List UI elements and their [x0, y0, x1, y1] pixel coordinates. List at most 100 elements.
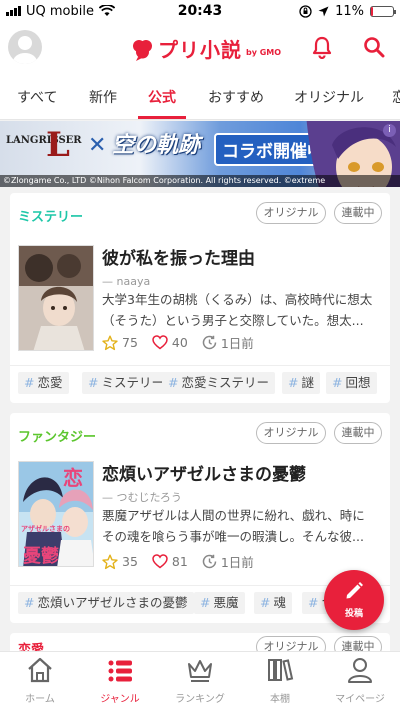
- post-button-label: 投稿: [344, 609, 363, 619]
- home-icon: [28, 657, 52, 683]
- like-count: 40: [152, 335, 188, 350]
- tag[interactable]: # 魂: [254, 592, 292, 614]
- banner-cross: ✕: [88, 133, 107, 158]
- genre-label: ファンタジー: [18, 430, 97, 445]
- active-tab-indicator: [138, 116, 186, 119]
- tag[interactable]: # 恋愛ミステリー: [162, 372, 275, 394]
- tag[interactable]: # ミステリー: [82, 372, 170, 394]
- tag[interactable]: # 悪魔: [194, 592, 245, 614]
- updated-time: 1日前: [202, 552, 254, 571]
- tab-new[interactable]: 新作: [89, 87, 117, 107]
- banner-game-logo: LANGRISSER: [6, 135, 82, 146]
- nav-label: マイページ: [335, 694, 385, 705]
- nav-home[interactable]: ホーム: [0, 652, 80, 711]
- update-clock-icon: [202, 335, 217, 350]
- tab-all[interactable]: すべて: [17, 87, 57, 107]
- updated-time: 1日前: [202, 333, 254, 352]
- logo-mark-icon: [133, 39, 152, 61]
- story-cover-image: 恋 アザゼルさまの 憂鬱: [18, 461, 94, 567]
- like-count-value: 40: [171, 335, 188, 350]
- serial-status-badge: 連載中: [334, 422, 382, 444]
- star-count: 35: [102, 554, 138, 570]
- star-icon: [102, 335, 118, 350]
- story-synopsis: 大学3年生の胡桃（くるみ）は、高校時代に想太 （そうた）という男子と交際していた…: [102, 289, 382, 331]
- star-count: 75: [102, 335, 138, 351]
- banner-partner-title: 空の軌跡: [112, 133, 201, 158]
- synopsis-line: （そうた）という男子と交際していた。想太...: [102, 313, 364, 328]
- tag[interactable]: # 謎: [282, 372, 320, 394]
- avatar[interactable]: [8, 30, 42, 64]
- default-avatar-icon: [13, 36, 37, 64]
- banner-logo-letter: L: [46, 125, 70, 165]
- app-logo[interactable]: プリ小説 by GMO: [130, 34, 281, 63]
- status-right: 11%: [299, 3, 396, 19]
- banner-copyright: ©Zlongame Co., LTD ©Nihon Falcom Corpora…: [0, 175, 400, 187]
- app-header: プリ小説 by GMO: [0, 22, 400, 72]
- tag-list: # 恋愛 # ミステリー # 恋愛ミステリー # 謎 # 回想: [10, 365, 390, 397]
- ad-info-icon[interactable]: i: [383, 124, 396, 137]
- nav-label: ランキング: [175, 694, 225, 705]
- cover-title-bottom: 憂鬱: [23, 546, 59, 567]
- update-clock-icon: [202, 554, 217, 569]
- story-author[interactable]: — naaya: [102, 275, 150, 288]
- nav-mypage[interactable]: マイページ: [320, 652, 400, 711]
- star-count-value: 75: [122, 335, 138, 350]
- story-stats: 35 81 1日前: [102, 552, 268, 571]
- synopsis-line: 悪魔アザゼルは人間の世界に紛れ、戯れ、時に: [102, 508, 365, 523]
- orientation-lock-icon: [299, 4, 312, 18]
- original-badge: オリジナル: [256, 422, 326, 444]
- tag[interactable]: # 恋愛: [18, 372, 69, 394]
- location-icon: [318, 6, 329, 16]
- logo-text: プリ小説: [158, 38, 242, 62]
- nav-ranking[interactable]: ランキング: [160, 652, 240, 711]
- synopsis-line: 大学3年生の胡桃（くるみ）は、高校時代に想太: [102, 292, 373, 307]
- story-stats: 75 40 1日前: [102, 333, 268, 352]
- person-icon: [348, 658, 372, 683]
- battery-icon: [370, 5, 396, 17]
- nav-label: ホーム: [25, 694, 55, 705]
- crown-icon: [188, 660, 212, 682]
- tag[interactable]: # 回想: [326, 372, 377, 394]
- like-count: 81: [152, 554, 188, 569]
- tag[interactable]: # 恋煩いアザゼルさまの憂鬱: [18, 592, 194, 614]
- genre-label: ミステリー: [18, 210, 84, 225]
- nav-genre[interactable]: ジャンル: [80, 652, 160, 711]
- like-count-value: 81: [171, 554, 188, 569]
- post-button[interactable]: 投稿: [324, 570, 384, 630]
- updated-time-value: 1日前: [220, 555, 254, 570]
- app-screen: UQ mobile 20:43 11% プリ小説 by GMO すべて 新作 公…: [0, 0, 400, 711]
- heart-icon: [152, 554, 168, 569]
- story-author[interactable]: — つむじたろう: [102, 489, 182, 505]
- list-icon: [108, 660, 132, 682]
- category-tabs: すべて 新作 公式 おすすめ オリジナル 恋: [0, 72, 400, 120]
- bookshelf-icon: [268, 659, 294, 681]
- star-icon: [102, 554, 118, 569]
- tab-original[interactable]: オリジナル: [294, 87, 364, 107]
- tab-recommended[interactable]: おすすめ: [208, 87, 264, 107]
- nav-label: 本棚: [270, 694, 290, 705]
- story-title[interactable]: 彼が私を振った理由: [102, 244, 255, 269]
- bottom-navigation: ホーム ジャンル ランキング 本棚 マイページ: [0, 651, 400, 711]
- tab-official[interactable]: 公式: [148, 87, 176, 107]
- heart-icon: [152, 335, 168, 350]
- search-icon[interactable]: [362, 35, 386, 59]
- story-title[interactable]: 恋煩いアザゼルさまの憂鬱: [102, 460, 306, 485]
- story-cover-image: [18, 245, 94, 351]
- collab-banner[interactable]: LANGRISSER L ✕ 空の軌跡 コラボ開催中! i ©Zlongame …: [0, 121, 400, 187]
- updated-time-value: 1日前: [220, 336, 254, 351]
- notification-bell-icon[interactable]: [310, 35, 334, 59]
- original-badge: オリジナル: [256, 202, 326, 224]
- tab-romance[interactable]: 恋: [392, 87, 400, 107]
- logo-sub: by GMO: [246, 48, 282, 57]
- synopsis-line: その魂を喰らう事が唯一の暇潰し。そんな彼...: [102, 529, 364, 544]
- story-card[interactable]: ミステリー オリジナル 連載中 彼が私を振った理由 — naaya 大学3年生の…: [10, 193, 390, 403]
- battery-percent: 11%: [335, 3, 364, 19]
- nav-label: ジャンル: [100, 694, 140, 705]
- status-bar: UQ mobile 20:43 11%: [0, 0, 400, 22]
- serial-status-badge: 連載中: [334, 202, 382, 224]
- cover-title-top: 恋: [63, 466, 83, 490]
- nav-bookshelf[interactable]: 本棚: [240, 652, 320, 711]
- cover-title-mid: アザゼルさまの: [21, 525, 70, 533]
- story-synopsis: 悪魔アザゼルは人間の世界に紛れ、戯れ、時に その魂を喰らう事が唯一の暇潰し。そん…: [102, 505, 382, 547]
- pencil-icon: [346, 582, 363, 599]
